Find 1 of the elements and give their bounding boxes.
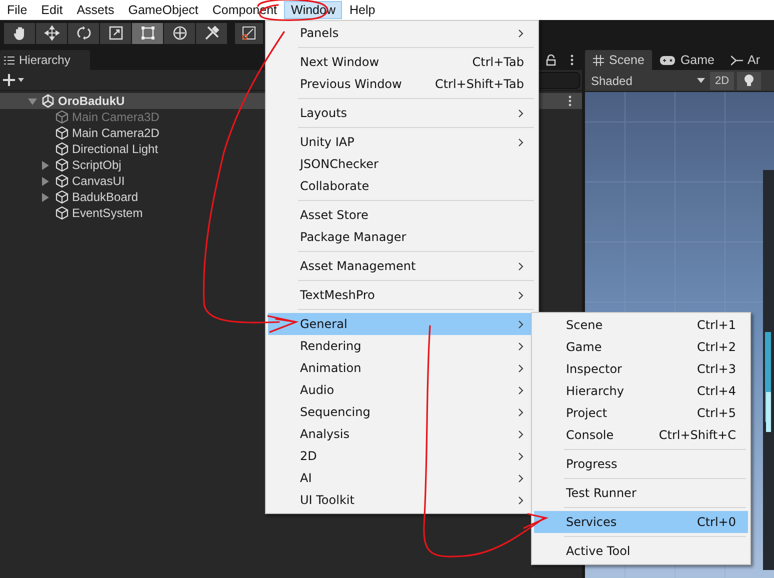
scene-label: OroBadukU (58, 94, 125, 108)
